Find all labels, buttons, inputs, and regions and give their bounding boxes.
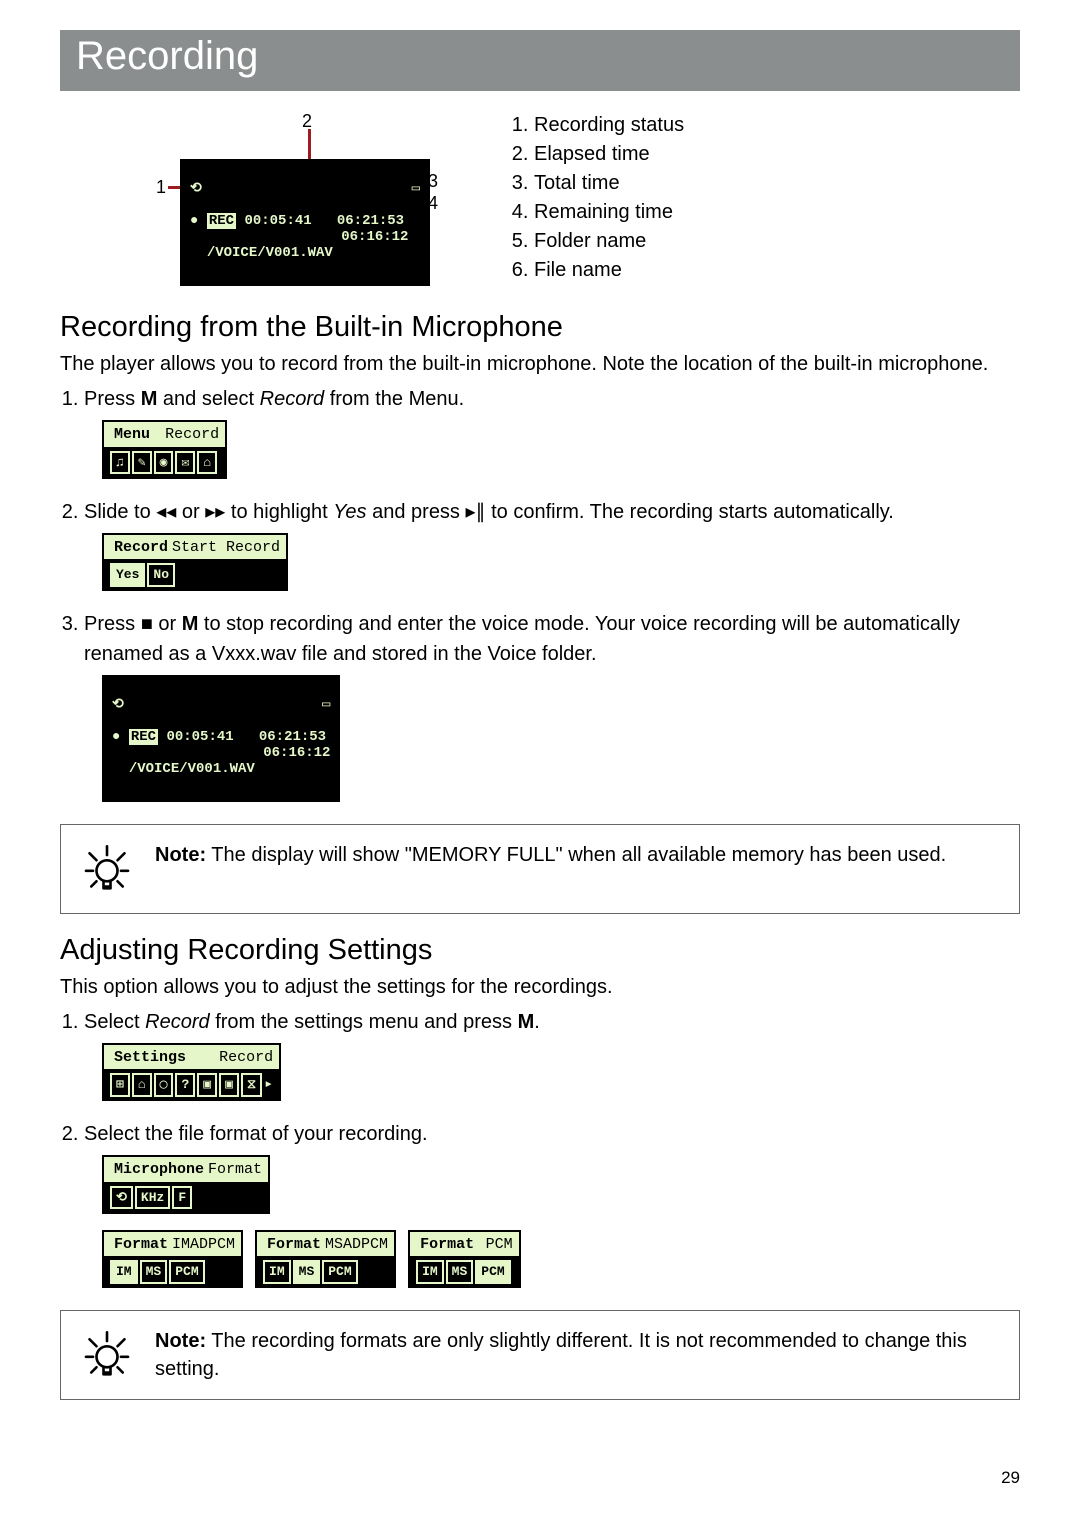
page-number: 29 <box>1001 1468 1020 1488</box>
stop-icon: ■ <box>141 613 153 635</box>
rec-screen-large: ⟲▭ ● REC 00:05:41 06:21:53 06:16:12 /VOI… <box>180 159 430 286</box>
playpause-icon: ▸∥ <box>466 501 486 523</box>
lcd-format-msadpcm: FormatMSADPCM IMMSPCM <box>255 1230 396 1289</box>
page-title-bar: Recording <box>60 30 1020 91</box>
s1-step1: Press M and select Record from the Menu.… <box>84 384 1020 489</box>
next-icon: ▸▸ <box>205 501 225 523</box>
lcd-format-imadpcm: FormatIMADPCM IMMSPCM <box>102 1230 243 1289</box>
callout-1: 1 <box>156 177 166 198</box>
lcd-settings: SettingsRecord ⊞⌂◯?▣▣⧖▸ <box>102 1043 281 1102</box>
annotated-screen-diagram: 2 1 3 4 5 6 ⟲▭ ● REC 00:05:41 06:21:53 0… <box>120 111 450 291</box>
note-2-text: Note: The recording formats are only sli… <box>155 1327 1001 1383</box>
lightbulb-icon <box>79 841 135 897</box>
diagram-legend: Recording status Elapsed time Total time… <box>510 111 1020 285</box>
note-1: Note: The display will show "MEMORY FULL… <box>60 824 1020 914</box>
section1-steps: Press M and select Record from the Menu.… <box>60 384 1020 812</box>
s2-step2: Select the file format of your recording… <box>84 1119 1020 1298</box>
rec-screen-small: ⟲▭ ● REC 00:05:41 06:21:53 06:16:12 /VOI… <box>102 675 340 802</box>
page-title: Recording <box>76 34 258 78</box>
s1-step3: Press ■ or M to stop recording and enter… <box>84 609 1020 812</box>
s1-step2: Slide to ◂◂ or ▸▸ to highlight Yes and p… <box>84 497 1020 602</box>
legend-1: Recording status <box>534 111 1020 140</box>
section2-heading: Adjusting Recording Settings <box>60 934 1020 967</box>
legend-4: Remaining time <box>534 198 1020 227</box>
section1-heading: Recording from the Built-in Microphone <box>60 311 1020 344</box>
lcd-format-pcm: FormatPCM IMMSPCM <box>408 1230 521 1289</box>
lcd-menu: MenuRecord ♫✎◉✉⌂ <box>102 420 227 479</box>
s2-step1: Select Record from the settings menu and… <box>84 1007 1020 1112</box>
note-2: Note: The recording formats are only sli… <box>60 1310 1020 1400</box>
lightbulb-icon <box>79 1327 135 1383</box>
legend-3: Total time <box>534 169 1020 198</box>
diagram-row: 2 1 3 4 5 6 ⟲▭ ● REC 00:05:41 06:21:53 0… <box>60 111 1020 291</box>
legend-2: Elapsed time <box>534 140 1020 169</box>
lcd-microphone: MicrophoneFormat ⟲KHzF <box>102 1155 270 1214</box>
note-1-text: Note: The display will show "MEMORY FULL… <box>155 841 946 869</box>
prev-icon: ◂◂ <box>156 501 176 523</box>
section2-steps: Select Record from the settings menu and… <box>60 1007 1020 1299</box>
legend-6: File name <box>534 256 1020 285</box>
section2-intro: This option allows you to adjust the set… <box>60 973 1020 1001</box>
section1-intro: The player allows you to record from the… <box>60 350 1020 378</box>
legend-5: Folder name <box>534 227 1020 256</box>
lcd-record: RecordStart Record YesNo <box>102 533 288 592</box>
